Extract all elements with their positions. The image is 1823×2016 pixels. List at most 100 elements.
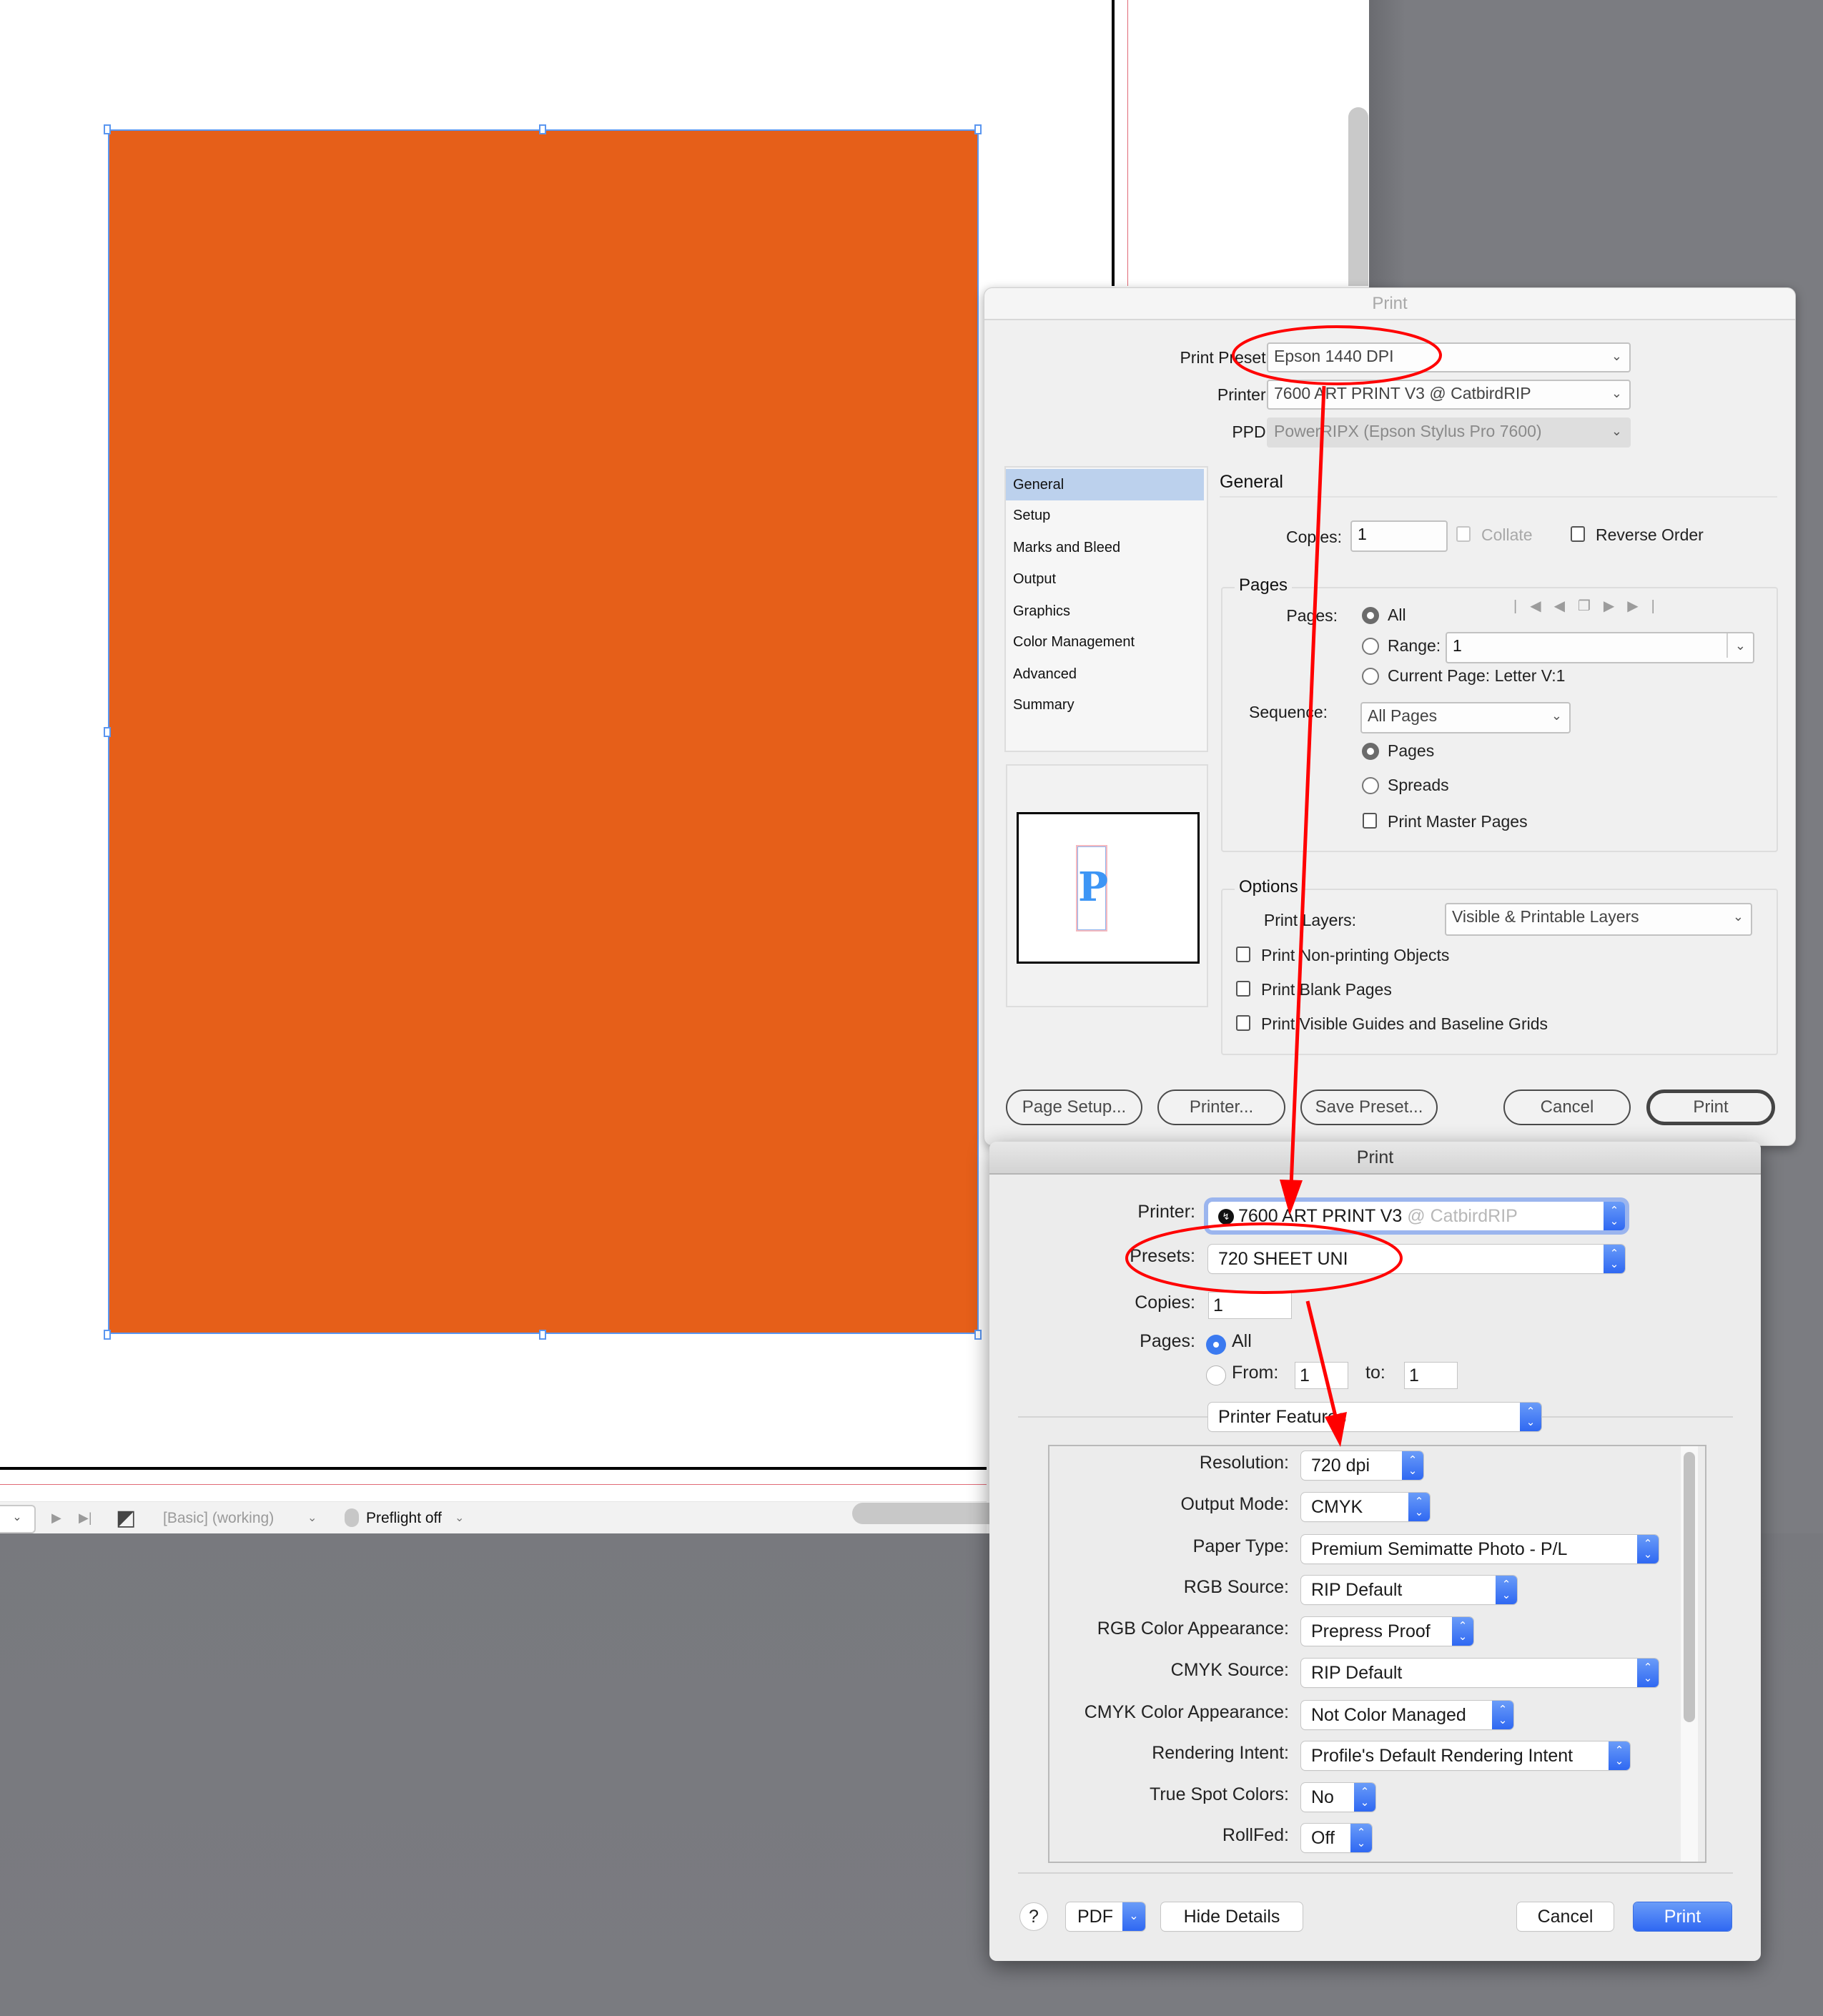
first-page-icon[interactable]: |◀	[1513, 598, 1554, 614]
rgb-source-popup[interactable]: RIP Default ⌃ ⌄	[1301, 1576, 1517, 1604]
resize-handle[interactable]	[974, 124, 982, 134]
sidebar-item-general[interactable]: General	[1006, 469, 1204, 500]
pages-all-radio[interactable]	[1362, 607, 1379, 624]
macos-print-dialog: Print Printer: ↯ 7600 ART PRINT V3 @ Catb…	[989, 1142, 1761, 1961]
preflight-status-icon	[345, 1508, 359, 1527]
next-page-icon[interactable]: ▶	[1604, 598, 1627, 614]
resolution-popup[interactable]: 720 dpi ⌃ ⌄	[1301, 1451, 1423, 1480]
rgb-color-appearance-popup[interactable]: Prepress Proof ⌃ ⌄	[1301, 1617, 1473, 1646]
to-input[interactable]: 1	[1404, 1362, 1458, 1389]
page-setup-button[interactable]: Page Setup...	[1006, 1089, 1142, 1125]
copies-input[interactable]: 1	[1208, 1292, 1292, 1319]
printer-button[interactable]: Printer...	[1157, 1089, 1285, 1125]
stepper-chevrons-icon: ⌃ ⌄	[1604, 1245, 1625, 1273]
chevron-down-icon[interactable]: ⌄	[1726, 633, 1746, 658]
resize-handle[interactable]	[104, 727, 111, 737]
current-page-radio[interactable]	[1362, 668, 1379, 685]
range-value: 1	[1453, 636, 1462, 655]
resolution-label: Resolution:	[1199, 1453, 1289, 1473]
pages-from-radio[interactable]	[1206, 1365, 1226, 1385]
next-page-icon[interactable]: ▶	[51, 1502, 61, 1534]
scrollbar-thumb[interactable]	[1684, 1452, 1695, 1722]
collate-checkbox[interactable]	[1456, 526, 1471, 542]
copies-input[interactable]: 1	[1350, 520, 1448, 552]
print-guides-checkbox[interactable]	[1236, 1015, 1250, 1031]
hide-details-button[interactable]: Hide Details	[1161, 1902, 1303, 1931]
preflight-menu[interactable]: Preflight off	[366, 1502, 442, 1534]
print-preset-value: Epson 1440 DPI	[1274, 347, 1394, 365]
sidebar-item-graphics[interactable]: Graphics	[1006, 596, 1204, 627]
document-status-icon[interactable]: ◩	[116, 1502, 136, 1534]
cmyk-source-label: CMYK Source:	[1170, 1660, 1289, 1680]
preflight-chevron[interactable]: ⌄	[455, 1502, 464, 1534]
print-blank-pages-checkbox[interactable]	[1236, 981, 1250, 997]
range-radio[interactable]	[1362, 638, 1379, 655]
print-preview: P	[1006, 764, 1208, 1007]
chevron-down-icon: ⌄	[1611, 349, 1622, 363]
style-dropdown-chevron[interactable]: ⌄	[307, 1502, 317, 1534]
sequence-pages-label: Pages	[1388, 741, 1435, 760]
presets-popup[interactable]: 720 SHEET UNI ⌃ ⌄	[1208, 1245, 1625, 1273]
output-mode-popup[interactable]: CMYK ⌃ ⌄	[1301, 1493, 1430, 1521]
paper-type-popup[interactable]: Premium Semimatte Photo - P/L ⌃ ⌄	[1301, 1535, 1659, 1563]
ppd-value: PowerRIPX (Epson Stylus Pro 7600)	[1274, 422, 1542, 440]
page-number-dropdown[interactable]: ⌄	[0, 1505, 36, 1533]
cmyk-color-appearance-label: CMYK Color Appearance:	[1084, 1702, 1289, 1722]
sidebar-item-summary[interactable]: Summary	[1006, 689, 1204, 721]
pdf-menu-button[interactable]: PDF ⌄	[1066, 1902, 1145, 1931]
print-preset-dropdown[interactable]: Epson 1440 DPI ⌄	[1267, 342, 1631, 372]
print-layers-dropdown[interactable]: Visible & Printable Layers ⌄	[1445, 903, 1752, 936]
rollfed-popup[interactable]: Off ⌃ ⌄	[1301, 1824, 1372, 1852]
cancel-button[interactable]: Cancel	[1517, 1902, 1614, 1931]
sequence-dropdown[interactable]: All Pages ⌄	[1360, 702, 1571, 733]
spreads-radio[interactable]	[1362, 777, 1379, 794]
pages-all-radio[interactable]	[1206, 1335, 1226, 1355]
resize-handle[interactable]	[539, 1330, 546, 1340]
vertical-scrollbar[interactable]	[1348, 107, 1368, 286]
sidebar-item-marks-and-bleed[interactable]: Marks and Bleed	[1006, 532, 1204, 563]
sidebar-item-setup[interactable]: Setup	[1006, 500, 1204, 531]
cmyk-source-value: RIP Default	[1311, 1663, 1403, 1683]
help-button[interactable]: ?	[1020, 1903, 1047, 1930]
range-combobox[interactable]: 1 ⌄	[1446, 632, 1754, 663]
selected-rectangle-frame[interactable]	[108, 129, 979, 1334]
chevron-down-icon: ⌄	[1122, 1902, 1145, 1931]
panel-selector-popup[interactable]: Printer Features ⌃ ⌄	[1208, 1403, 1541, 1431]
printer-popup[interactable]: ↯ 7600 ART PRINT V3 @ CatbirdRIP ⌃ ⌄	[1208, 1202, 1625, 1230]
rendering-intent-popup[interactable]: Profile's Default Rendering Intent ⌃ ⌄	[1301, 1741, 1630, 1770]
resize-handle[interactable]	[104, 124, 111, 134]
cmyk-source-popup[interactable]: RIP Default ⌃ ⌄	[1301, 1659, 1659, 1687]
from-input[interactable]: 1	[1295, 1362, 1348, 1389]
last-page-icon[interactable]: ▶|	[79, 1502, 92, 1534]
sequence-pages-radio[interactable]	[1362, 743, 1379, 760]
save-preset-button[interactable]: Save Preset...	[1300, 1089, 1438, 1125]
rendering-intent-value: Profile's Default Rendering Intent	[1311, 1746, 1573, 1766]
sidebar-item-output[interactable]: Output	[1006, 563, 1204, 595]
resize-handle[interactable]	[539, 124, 546, 134]
cmyk-color-appearance-popup[interactable]: Not Color Managed ⌃ ⌄	[1301, 1701, 1513, 1729]
reverse-order-checkbox[interactable]	[1571, 526, 1585, 542]
cancel-button[interactable]: Cancel	[1503, 1089, 1631, 1125]
true-spot-colors-popup[interactable]: No ⌃ ⌄	[1301, 1783, 1375, 1812]
print-nonprinting-checkbox[interactable]	[1236, 947, 1250, 962]
printer-host: @ CatbirdRIP	[1407, 1206, 1518, 1226]
horizontal-scrollbar[interactable]	[852, 1503, 995, 1524]
pages-label: Pages:	[1140, 1331, 1195, 1351]
options-group-title: Options	[1235, 877, 1303, 897]
print-button[interactable]: Print	[1646, 1089, 1775, 1125]
print-categories-list: General Setup Marks and Bleed Output Gra…	[1004, 466, 1208, 752]
print-button[interactable]: Print	[1634, 1902, 1731, 1931]
pages-all-label: All	[1388, 606, 1406, 624]
collate-label: Collate	[1481, 525, 1533, 544]
resize-handle[interactable]	[104, 1330, 111, 1340]
sidebar-item-color-management[interactable]: Color Management	[1006, 626, 1204, 658]
previous-page-icon[interactable]: ◀	[1554, 598, 1578, 614]
resize-handle[interactable]	[974, 1330, 982, 1340]
last-page-icon[interactable]: ▶|	[1627, 598, 1668, 614]
print-master-pages-checkbox[interactable]	[1363, 813, 1377, 829]
stepper-chevrons-icon: ⌃ ⌄	[1637, 1535, 1659, 1563]
printer-dropdown[interactable]: 7600 ART PRINT V3 @ CatbirdRIP ⌄	[1267, 380, 1631, 410]
pages-icon[interactable]: ❐	[1578, 598, 1604, 614]
ppd-dropdown[interactable]: PowerRIPX (Epson Stylus Pro 7600) ⌄	[1267, 417, 1631, 448]
sidebar-item-advanced[interactable]: Advanced	[1006, 658, 1204, 690]
